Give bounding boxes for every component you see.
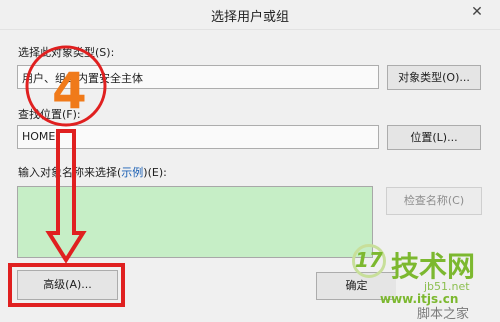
object-type-label: 选择此对象类型(S): — [18, 46, 115, 59]
location-label: 查找位置(F): — [18, 108, 81, 121]
names-label-suffix: )(E): — [143, 166, 167, 179]
object-types-button[interactable]: 对象类型(O)... — [387, 65, 481, 90]
names-label: 输入对象名称来选择(示例)(E): — [18, 164, 167, 180]
check-names-button[interactable]: 检查名称(C) — [386, 187, 482, 215]
watermark-footer-text: 脚本之家 — [417, 307, 470, 322]
locations-button[interactable]: 位置(L)... — [387, 125, 481, 150]
close-button[interactable]: ✕ — [462, 2, 492, 24]
dialog-title: 选择用户或组 — [210, 10, 289, 25]
names-label-prefix: 输入对象名称来选择( — [18, 166, 122, 179]
location-field: HOME — [17, 125, 379, 149]
object-names-input[interactable] — [17, 186, 373, 258]
examples-link[interactable]: 示例 — [121, 166, 143, 179]
close-icon: ✕ — [471, 4, 483, 20]
title-bar: 选择用户或组 ✕ — [0, 0, 500, 30]
advanced-button[interactable]: 高级(A)... — [17, 270, 118, 300]
watermark-brand-text: 技术网 — [391, 250, 476, 283]
watermark-brand-number: 17 — [355, 248, 383, 272]
object-type-field: 用户、组或内置安全主体 — [17, 65, 379, 89]
